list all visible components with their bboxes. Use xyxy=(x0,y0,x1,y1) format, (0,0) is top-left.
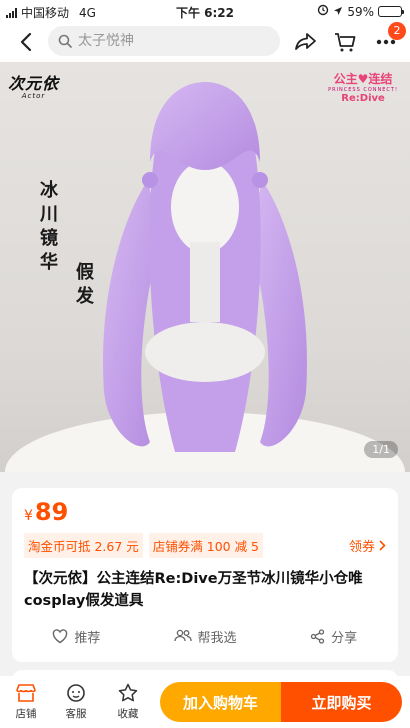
wig-illustration xyxy=(5,82,405,472)
location-icon xyxy=(333,5,343,19)
share-button[interactable] xyxy=(292,28,320,56)
favorite-label: 收藏 xyxy=(117,708,139,720)
star-icon xyxy=(118,683,138,702)
more-button[interactable]: 2 xyxy=(372,22,406,56)
nav-bar: 2 xyxy=(0,22,410,62)
image-counter: 1/1 xyxy=(364,441,398,458)
get-coupon-link[interactable]: 领券 xyxy=(349,536,386,555)
battery-icon xyxy=(378,6,404,17)
price-value: 89 xyxy=(34,498,69,526)
brand-logo-sub: Actor xyxy=(21,92,46,100)
heart-icon xyxy=(53,628,68,643)
search-input[interactable] xyxy=(78,33,258,49)
chat-icon xyxy=(67,684,85,702)
chevron-left-icon xyxy=(20,32,32,52)
game-logo-subtitle: Re:Dive xyxy=(341,93,385,104)
game-logo: 公主♥连结 PRINCESS CONNECT! Re:Dive xyxy=(328,70,398,104)
coupon-tag-store[interactable]: 店铺券满 100 减 5 xyxy=(148,532,264,558)
shop-label: 店铺 xyxy=(15,708,37,720)
battery-percent: 59% xyxy=(347,4,374,19)
get-coupon-label: 领券 xyxy=(348,539,375,555)
action-row: 推荐 帮我选 分享 xyxy=(12,622,398,650)
currency-symbol: ¥ xyxy=(24,508,33,524)
caption-character: 冰川镜华 xyxy=(37,180,58,276)
cta-group: 加入购物车 立即购买 xyxy=(160,682,402,722)
people-icon xyxy=(173,629,192,642)
cart-button[interactable] xyxy=(331,28,359,56)
price: ¥ 89 xyxy=(24,498,68,526)
cart-icon xyxy=(335,33,356,52)
cart-count-badge: 2 xyxy=(388,22,406,40)
share-label: 分享 xyxy=(331,630,358,646)
product-title: 【次元依】公主连结Re:Dive万圣节冰川镜华小仓唯cosplay假发道具 xyxy=(24,571,363,609)
brand-logo: 次元依 Actor xyxy=(8,70,59,100)
share-action-button[interactable]: 分享 xyxy=(269,622,398,650)
customer-service-button[interactable]: 客服 xyxy=(56,682,96,721)
buy-now-button[interactable]: 立即购买 xyxy=(281,682,402,722)
back-button[interactable] xyxy=(12,28,40,56)
search-box[interactable] xyxy=(48,26,280,56)
product-image[interactable]: 次元依 Actor 公主♥连结 PRINCESS CONNECT! Re:Dive… xyxy=(0,62,410,472)
game-logo-title: 公主♥连结 xyxy=(333,72,393,86)
orientation-lock-icon xyxy=(317,4,329,19)
product-info-card: ¥ 89 淘金币可抵 2.67 元 店铺券满 100 减 5 领券 【次元依】公… xyxy=(12,488,398,662)
bottom-bar: 店铺 客服 收藏 加入购物车 立即购买 xyxy=(0,676,410,728)
brand-logo-text: 次元依 xyxy=(8,74,60,93)
coupon-row: 淘金币可抵 2.67 元 店铺券满 100 减 5 领券 xyxy=(24,532,386,558)
shop-button[interactable]: 店铺 xyxy=(6,682,46,721)
shop-icon xyxy=(16,684,36,702)
recommend-button[interactable]: 推荐 xyxy=(12,622,141,650)
coupon-tag-coins[interactable]: 淘金币可抵 2.67 元 xyxy=(24,532,143,558)
chevron-right-icon xyxy=(379,539,386,551)
help-me-choose-button[interactable]: 帮我选 xyxy=(141,622,270,650)
help-me-choose-label: 帮我选 xyxy=(197,630,237,646)
more-icon xyxy=(376,39,396,45)
share-icon xyxy=(311,628,325,644)
favorite-button[interactable]: 收藏 xyxy=(108,682,148,721)
add-to-cart-button[interactable]: 加入购物车 xyxy=(160,682,281,722)
customer-service-label: 客服 xyxy=(65,708,87,720)
status-right: 59% xyxy=(317,4,404,19)
status-bar: 中国移动 4G 下午 6:22 59% xyxy=(0,0,410,22)
recommend-label: 推荐 xyxy=(74,630,101,646)
search-icon xyxy=(58,34,72,48)
share-arrow-icon xyxy=(295,33,316,50)
caption-wig: 假发 xyxy=(73,262,94,310)
